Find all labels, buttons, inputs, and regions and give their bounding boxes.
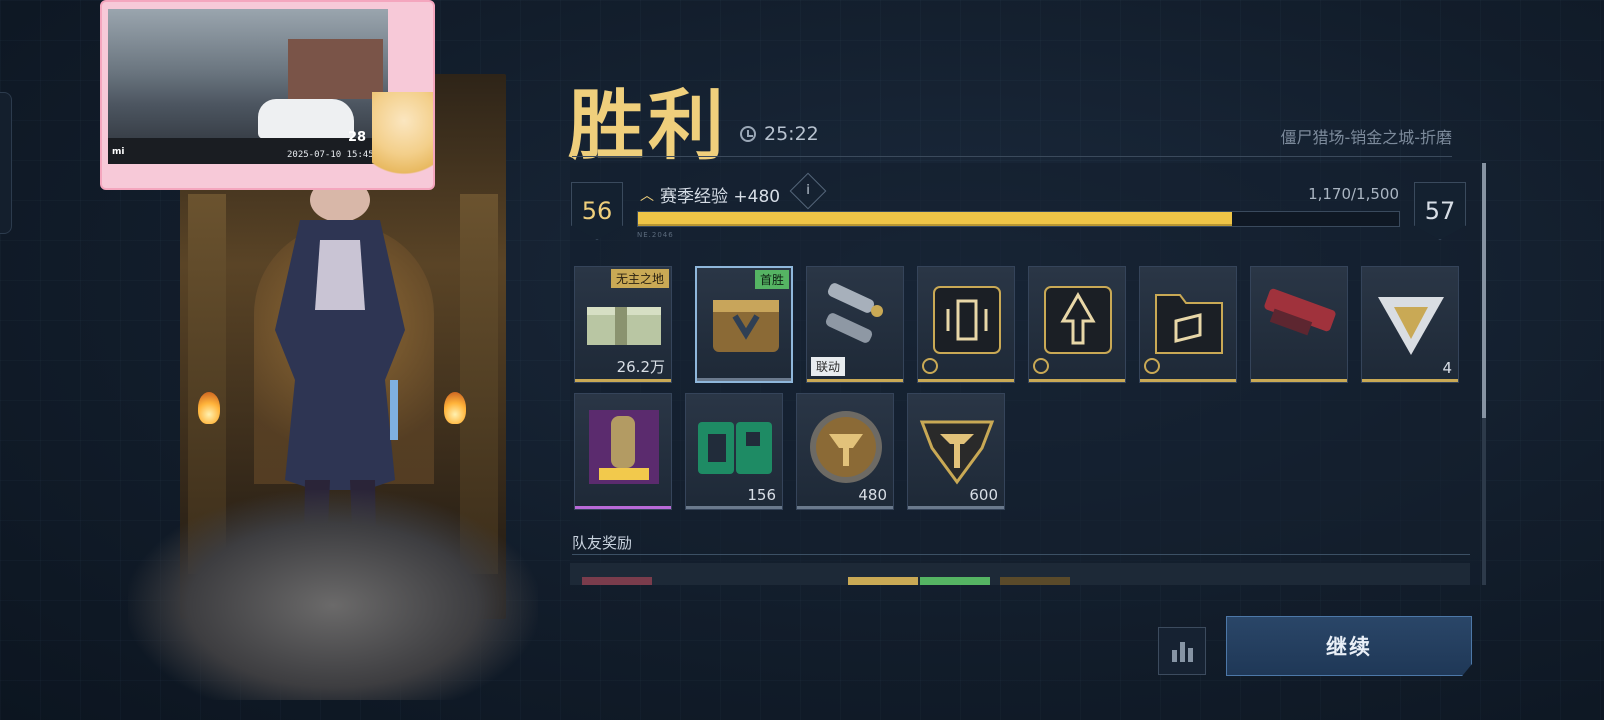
season-exp-label: 赛季经验 +480 [660,187,781,207]
emblem-token-icon [919,420,995,485]
reward-tile-red-gun[interactable] [1250,266,1348,383]
weapon-parts-icon [825,283,883,343]
rarity-bar [1029,379,1125,382]
module-corner-icon [1033,358,1049,374]
continue-button[interactable]: 继续 [1226,616,1472,676]
car [258,99,354,139]
exp-progress-bar [637,211,1400,227]
reward-tile-card-module[interactable] [917,266,1015,383]
pedestal [128,490,538,700]
red-gun-icon [1264,288,1336,336]
map-mode-label: 僵尸猎场-销金之城-折磨 [1280,128,1452,147]
torch-right-icon [444,392,466,424]
reward-qty: 26.2万 [616,358,665,376]
reward-tile-prism[interactable]: 4 [1361,266,1459,383]
reward-qty: 4 [1442,359,1452,377]
rarity-bar [918,379,1014,382]
rewards-scrollbar[interactable] [1482,163,1486,585]
teammate-rewards-title: 队友奖励 [572,534,633,552]
reward-qty: 480 [858,486,887,504]
rarity-bar [1362,379,1458,382]
collab-tag: 联动 [811,357,846,376]
card-module-icon [933,286,1001,354]
match-duration: 25:22 [764,123,819,145]
reward-qty: 156 [747,486,776,504]
header-divider [572,156,1452,157]
stats-button[interactable] [1158,627,1206,675]
bar-chart-icon [1187,648,1193,662]
rarity-bar [1140,379,1236,382]
module-corner-icon [922,358,938,374]
exp-value: 1,170/1,500 [1308,185,1399,203]
match-timer: 25:22 [740,123,819,145]
bar-chart-icon [1171,650,1177,662]
side-tab[interactable] [0,92,12,234]
rarity-bar [797,506,893,509]
scrollbar-thumb[interactable] [1482,163,1486,418]
continue-label: 继续 [1326,635,1372,659]
rarity-bar [686,506,782,509]
teammate-reward-thumb [1000,577,1070,585]
gold-coin-icon [810,411,882,483]
reward-tile-gp[interactable]: 156 [685,393,783,510]
exp-code: NE.2046 [637,231,674,239]
reward-tile-rocket-module[interactable] [1028,266,1126,383]
reward-tile-coin[interactable]: 480 [796,393,894,510]
dashcam-video [108,9,388,164]
victory-title: 胜利 [568,81,728,170]
reward-tile-swap-folder[interactable] [1139,266,1237,383]
speed-readout: 28 [348,130,367,145]
first-win-tag: 首胜 [754,270,789,289]
swap-folder-icon [1155,294,1223,354]
cash-bundle-icon [587,307,661,345]
streamer-avatar [372,92,433,188]
exp-progress-fill [638,212,1232,226]
camera-logo: mi [112,147,125,157]
teammate-rewards-row [570,563,1470,585]
season-exp: ︿ 赛季经验 +480 [640,182,780,207]
torch-left-icon [198,392,220,424]
rarity-bar [575,379,671,382]
rarity-bar [575,506,671,509]
bar-chart-icon [1179,642,1185,662]
building [288,39,383,99]
rarity-bar [697,378,791,381]
teammate-divider [572,554,1470,555]
reward-tag: 无主之地 [610,269,669,288]
rarity-bar [1251,379,1347,382]
reward-tile-emblem[interactable]: 600 [907,393,1005,510]
rocket-module-icon [1044,286,1112,354]
teammate-reward-thumb [848,577,918,585]
reward-tile-poster[interactable] [574,393,672,510]
teammate-reward-thumb [582,577,652,585]
module-corner-icon [1144,358,1160,374]
teammate-reward-thumb [920,577,990,585]
rarity-bar [908,506,1004,509]
rarity-bar [807,379,903,382]
prism-shard-icon [1378,297,1444,355]
poster-card-icon [589,410,659,484]
clock-icon [740,126,756,142]
chevron-up-icon: ︿ [640,187,654,204]
gp-points-icon [698,422,772,474]
reward-qty: 600 [969,486,998,504]
stream-overlay: mi 28 2025-07-10 15:45:53 [100,0,435,190]
supply-crate-icon [713,300,779,352]
reward-tile-cash[interactable]: 无主之地 26.2万 [574,266,672,383]
info-glyph: i [806,183,810,198]
reward-tile-parts[interactable]: 联动 [806,266,904,383]
reward-tile-crate[interactable]: 首胜 [695,266,793,383]
